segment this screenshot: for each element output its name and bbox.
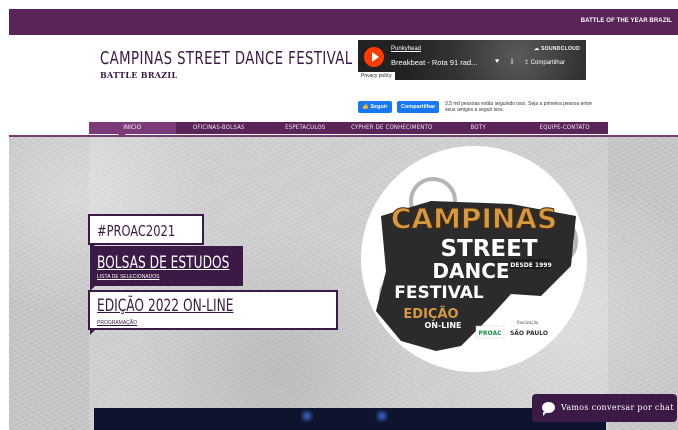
saopaulo-logo: SÃO PAULO (510, 330, 548, 337)
logo-dance: DANCE (432, 259, 509, 283)
privacy-policy-link[interactable]: Privacy policy (358, 72, 395, 80)
share-button[interactable]: ⇪ Compartilhar (524, 59, 565, 66)
logo-edition: EDIÇÃO (403, 306, 458, 322)
chat-bubble-icon (542, 402, 555, 416)
nav-item-espetaculos[interactable]: ESPETACULOS (262, 122, 349, 134)
page: BATTLE OF THE YEAR BRAZIL CAMPINAS STREE… (0, 0, 678, 430)
edicao-box: EDIÇÃO 2022 ON-LINE PROGRAMAÇÃO (88, 290, 338, 330)
nav-item-boty[interactable]: BOTY (435, 122, 522, 134)
proac-title: #PROAC2021 (97, 222, 176, 240)
sponsor-caption: Realização (517, 320, 539, 325)
logo-online: ON-LINE (424, 321, 461, 330)
proac-logo: PROAC (478, 330, 502, 337)
bolsas-box: BOLSAS DE ESTUDOS LISTA DE SELECIONADOS (90, 246, 243, 286)
left-margin (0, 0, 9, 430)
nav-item-inicio[interactable]: INICIO (89, 122, 176, 134)
play-icon[interactable] (364, 47, 384, 67)
soundcloud-logo[interactable]: ☁ SOUNDCLOUD (534, 46, 580, 52)
bolsas-title-link[interactable]: BOLSAS DE ESTUDOS (97, 253, 229, 273)
lista-selecionados-link[interactable]: LISTA DE SELECIONADOS (97, 274, 159, 280)
site-subtitle: BATTLE BRAZIL (100, 70, 178, 80)
stage-light (374, 410, 390, 422)
facebook-share-button[interactable]: Compartilhar (397, 101, 440, 113)
soundcloud-player[interactable]: Punkyhead Breakbeat - Rota 91 rad... ♥ ⇩… (358, 40, 586, 80)
soundcloud-brand: SOUNDCLOUD (541, 46, 580, 52)
share-label: Compartilhar (530, 60, 566, 66)
chat-widget-button[interactable]: Vamos conversar por chat (532, 394, 677, 422)
facebook-follow-button[interactable]: 👍 Seguir (358, 101, 392, 113)
festival-logo-circle: CAMPINAS STREET DANCE FESTIVAL DESDE 199… (361, 146, 587, 372)
proac-box: #PROAC2021 (88, 214, 204, 245)
festival-logo: CAMPINAS STREET DANCE FESTIVAL DESDE 199… (376, 177, 578, 351)
facebook-followers-text: 3,5 mil pessoas estão seguindo isso. Sej… (445, 101, 593, 113)
logo-since: DESDE 1999 (510, 262, 551, 269)
site-title[interactable]: CAMPINAS STREET DANCE FESTIVAL (100, 48, 353, 69)
top-bar-brand-link[interactable]: BATTLE OF THE YEAR BRAZIL (581, 18, 672, 24)
programacao-link[interactable]: PROGRAMAÇÃO (97, 320, 137, 326)
nav-item-equipe-contato[interactable]: EQUIPE-CONTATO (522, 122, 609, 134)
stage-light (299, 410, 315, 422)
nav-item-cypher[interactable]: CYPHER DE CONHECIMENTO (349, 122, 436, 134)
chat-label: Vamos conversar por chat (561, 403, 674, 412)
player-track-title[interactable]: Breakbeat - Rota 91 rad... (391, 58, 477, 67)
download-icon[interactable]: ⇩ (509, 58, 515, 66)
edicao-title-link[interactable]: EDIÇÃO 2022 ON-LINE (97, 296, 233, 316)
like-heart-icon[interactable]: ♥ (495, 58, 499, 65)
edicao-box-tail (90, 330, 95, 335)
main-nav: INICIO OFICINAS-BOLSAS ESPETACULOS CYPHE… (89, 122, 608, 134)
logo-campinas: CAMPINAS (391, 202, 557, 235)
follow-label: Seguir (370, 104, 388, 110)
top-bar: BATTLE OF THE YEAR BRAZIL (9, 9, 678, 35)
player-artist-link[interactable]: Punkyhead (391, 46, 421, 52)
logo-festival: FESTIVAL (394, 283, 484, 303)
nav-item-oficinas-bolsas[interactable]: OFICINAS-BOLSAS (176, 122, 263, 134)
video-preview[interactable] (94, 408, 606, 430)
